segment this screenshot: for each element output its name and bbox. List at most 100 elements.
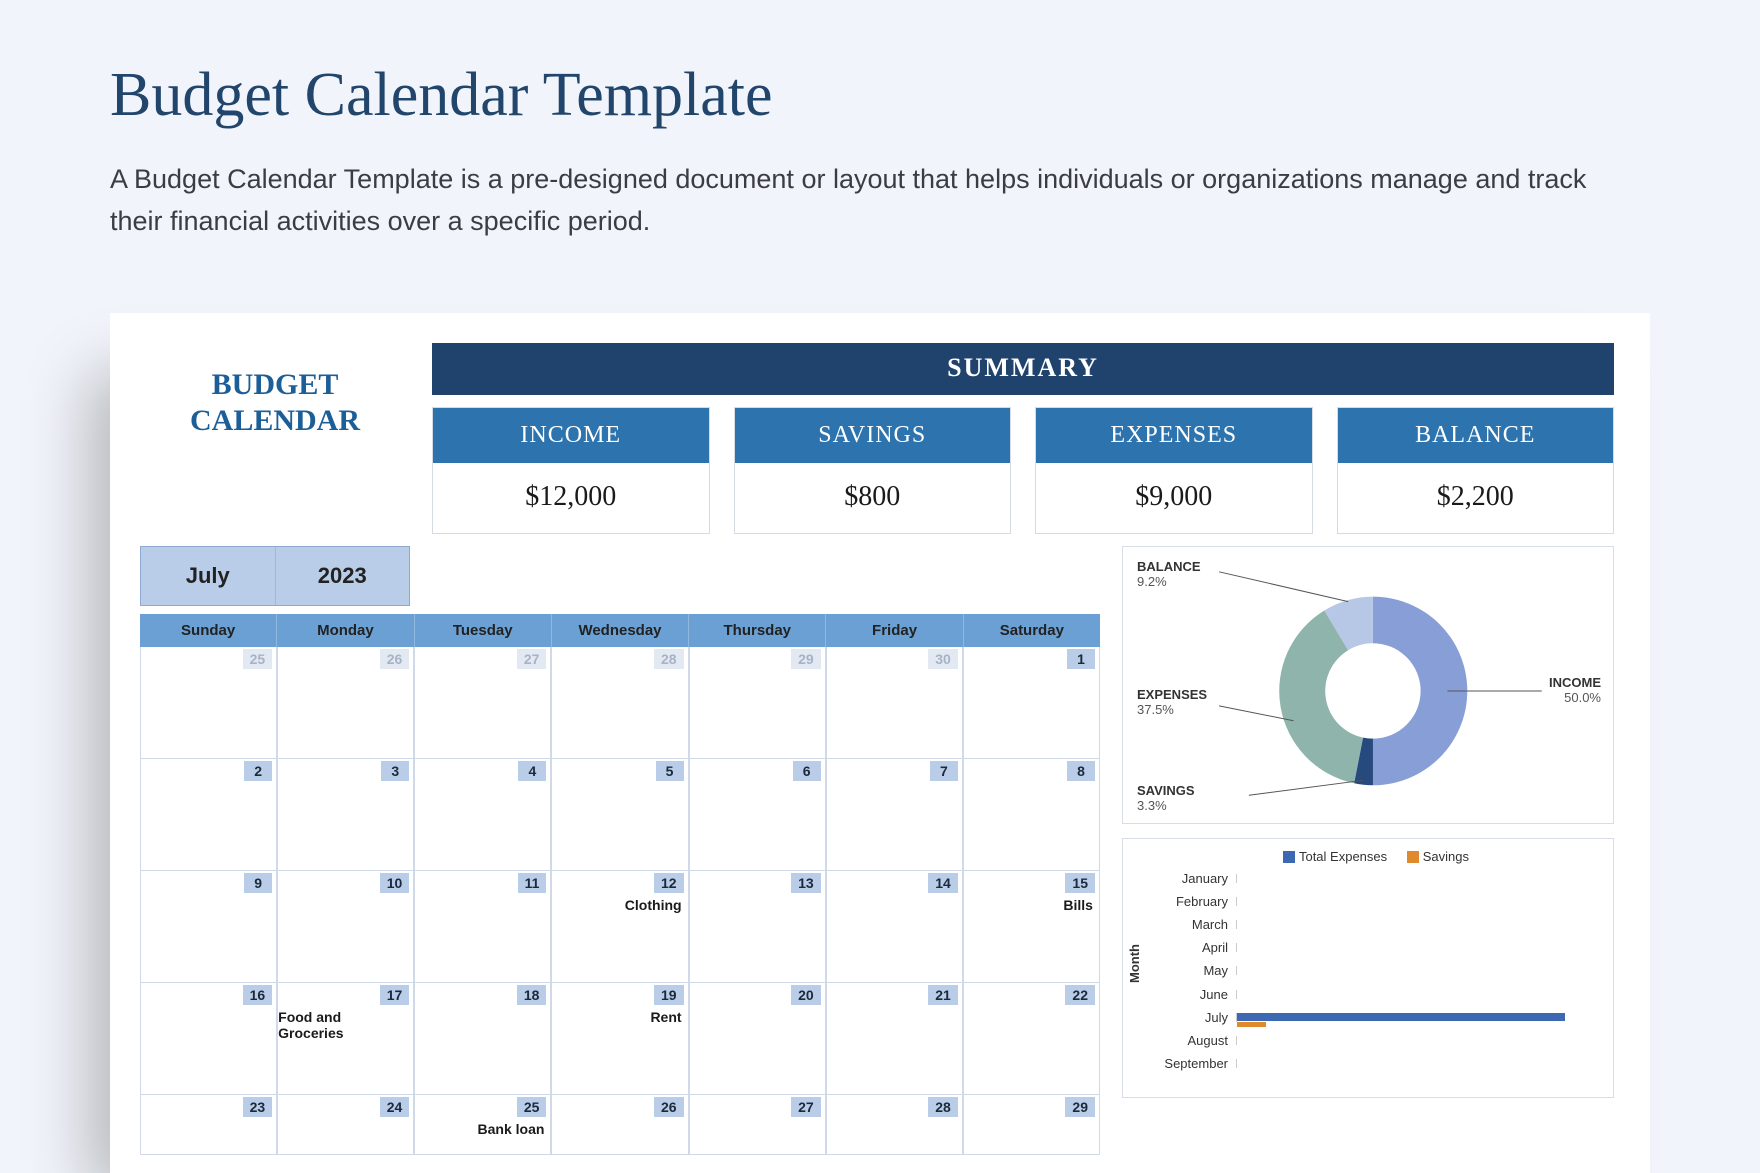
calendar-cell[interactable]: 23 bbox=[140, 1095, 277, 1155]
bar-row: June bbox=[1151, 984, 1601, 1005]
month-selector[interactable]: July 2023 bbox=[140, 546, 410, 606]
day-number: 24 bbox=[380, 1097, 410, 1117]
summary-card-income: INCOME$12,000 bbox=[432, 407, 710, 534]
calendar-cell[interactable]: 29 bbox=[963, 1095, 1100, 1155]
calendar-cell[interactable]: 28 bbox=[826, 1095, 963, 1155]
calendar-cell[interactable]: 29 bbox=[689, 647, 826, 759]
summary-card-label: SAVINGS bbox=[735, 408, 1011, 463]
calendar-cell[interactable]: 18 bbox=[414, 983, 551, 1095]
calendar-event: Rent bbox=[650, 1009, 681, 1025]
bar-month-label: August bbox=[1151, 1033, 1236, 1048]
bar-row: January bbox=[1151, 868, 1601, 889]
summary-card-value: $9,000 bbox=[1036, 463, 1312, 533]
month-year: 2023 bbox=[276, 547, 410, 605]
badge-line2: CALENDAR bbox=[140, 403, 410, 439]
bar-month-label: July bbox=[1151, 1010, 1236, 1025]
calendar-cell[interactable]: 19 Rent bbox=[551, 983, 688, 1095]
day-number: 25 bbox=[243, 649, 273, 669]
day-number: 27 bbox=[791, 1097, 821, 1117]
calendar-cell[interactable]: 11 bbox=[414, 871, 551, 983]
calendar-cell[interactable]: 3 bbox=[277, 759, 414, 871]
day-header: Friday bbox=[826, 614, 963, 647]
calendar-cell[interactable]: 26 bbox=[551, 1095, 688, 1155]
day-number: 15 bbox=[1065, 873, 1095, 893]
calendar-cell[interactable]: 8 bbox=[963, 759, 1100, 871]
day-number: 26 bbox=[654, 1097, 684, 1117]
calendar-cell[interactable]: 27 bbox=[689, 1095, 826, 1155]
day-number: 12 bbox=[654, 873, 684, 893]
calendar-cell[interactable]: 6 bbox=[689, 759, 826, 871]
month-name: July bbox=[141, 547, 276, 605]
day-number: 27 bbox=[517, 649, 547, 669]
day-header: Thursday bbox=[689, 614, 826, 647]
day-number: 13 bbox=[791, 873, 821, 893]
day-number: 6 bbox=[793, 761, 821, 781]
calendar-cell[interactable]: 7 bbox=[826, 759, 963, 871]
day-number: 19 bbox=[654, 985, 684, 1005]
day-number: 22 bbox=[1065, 985, 1095, 1005]
calendar-cell[interactable]: 25 bbox=[140, 647, 277, 759]
day-number: 11 bbox=[518, 873, 547, 893]
donut-chart: BALANCE9.2% INCOME50.0% EXPENSES37.5% SA… bbox=[1122, 546, 1614, 824]
day-header: Monday bbox=[277, 614, 414, 647]
day-number: 29 bbox=[1065, 1097, 1095, 1117]
day-number: 4 bbox=[518, 761, 546, 781]
calendar-grid: SundayMondayTuesdayWednesdayThursdayFrid… bbox=[140, 614, 1100, 1155]
calendar-cell[interactable]: 12 Clothing bbox=[551, 871, 688, 983]
day-number: 30 bbox=[928, 649, 958, 669]
calendar-cell[interactable]: 5 bbox=[551, 759, 688, 871]
bar-month-label: March bbox=[1151, 917, 1236, 932]
bar-row: February bbox=[1151, 891, 1601, 912]
calendar-cell[interactable]: 25Bank loan bbox=[414, 1095, 551, 1155]
calendar-cell[interactable]: 14 bbox=[826, 871, 963, 983]
calendar-cell[interactable]: 22 bbox=[963, 983, 1100, 1095]
day-number: 1 bbox=[1067, 649, 1095, 669]
page-description: A Budget Calendar Template is a pre-desi… bbox=[110, 159, 1590, 243]
day-number: 20 bbox=[791, 985, 821, 1005]
day-number: 8 bbox=[1067, 761, 1095, 781]
calendar-cell[interactable]: 27 bbox=[414, 647, 551, 759]
calendar-cell[interactable]: 1 bbox=[963, 647, 1100, 759]
day-number: 21 bbox=[928, 985, 958, 1005]
summary-card-label: BALANCE bbox=[1338, 408, 1614, 463]
bar-row: April bbox=[1151, 937, 1601, 958]
calendar-cell[interactable]: 28 bbox=[551, 647, 688, 759]
calendar-cell[interactable]: 2 bbox=[140, 759, 277, 871]
calendar-cell[interactable]: 4 bbox=[414, 759, 551, 871]
calendar-cell[interactable]: 10 bbox=[277, 871, 414, 983]
bar-row: July bbox=[1151, 1007, 1601, 1028]
calendar-cell[interactable]: 13 bbox=[689, 871, 826, 983]
day-number: 28 bbox=[654, 649, 684, 669]
calendar-cell[interactable]: 9 bbox=[140, 871, 277, 983]
calendar-event: Clothing bbox=[625, 897, 682, 913]
calendar-cell[interactable]: 16 bbox=[140, 983, 277, 1095]
calendar-event: Bills bbox=[1063, 897, 1093, 913]
bar-month-label: June bbox=[1151, 987, 1236, 1002]
bar-month-label: February bbox=[1151, 894, 1236, 909]
bar-month-label: September bbox=[1151, 1056, 1236, 1071]
calendar-cell[interactable]: 26 bbox=[277, 647, 414, 759]
bar-row: March bbox=[1151, 914, 1601, 935]
calendar-cell[interactable]: 30 bbox=[826, 647, 963, 759]
calendar-cell[interactable]: 17Food and Groceries bbox=[277, 983, 414, 1095]
summary-card-label: EXPENSES bbox=[1036, 408, 1312, 463]
bar-y-axis-label: Month bbox=[1127, 944, 1142, 983]
calendar-cell[interactable]: 20 bbox=[689, 983, 826, 1095]
summary-header: SUMMARY bbox=[432, 343, 1614, 395]
legend-swatch-savings bbox=[1407, 851, 1419, 863]
bar-month-label: April bbox=[1151, 940, 1236, 955]
day-number: 25 bbox=[517, 1097, 547, 1117]
bar-chart-legend: Total Expenses Savings bbox=[1135, 849, 1601, 864]
legend-swatch-expenses bbox=[1283, 851, 1295, 863]
summary-card-balance: BALANCE$2,200 bbox=[1337, 407, 1615, 534]
template-preview: BUDGET CALENDAR SUMMARY INCOME$12,000SAV… bbox=[110, 313, 1650, 1173]
calendar-cell[interactable]: 21 bbox=[826, 983, 963, 1095]
calendar-cell[interactable]: 24 bbox=[277, 1095, 414, 1155]
day-number: 3 bbox=[381, 761, 409, 781]
day-number: 7 bbox=[930, 761, 958, 781]
calendar-cell[interactable]: 15 Bills bbox=[963, 871, 1100, 983]
day-number: 5 bbox=[656, 761, 684, 781]
bar-row: September bbox=[1151, 1053, 1601, 1074]
donut-label-income: INCOME50.0% bbox=[1549, 675, 1601, 705]
summary-card-value: $800 bbox=[735, 463, 1011, 533]
